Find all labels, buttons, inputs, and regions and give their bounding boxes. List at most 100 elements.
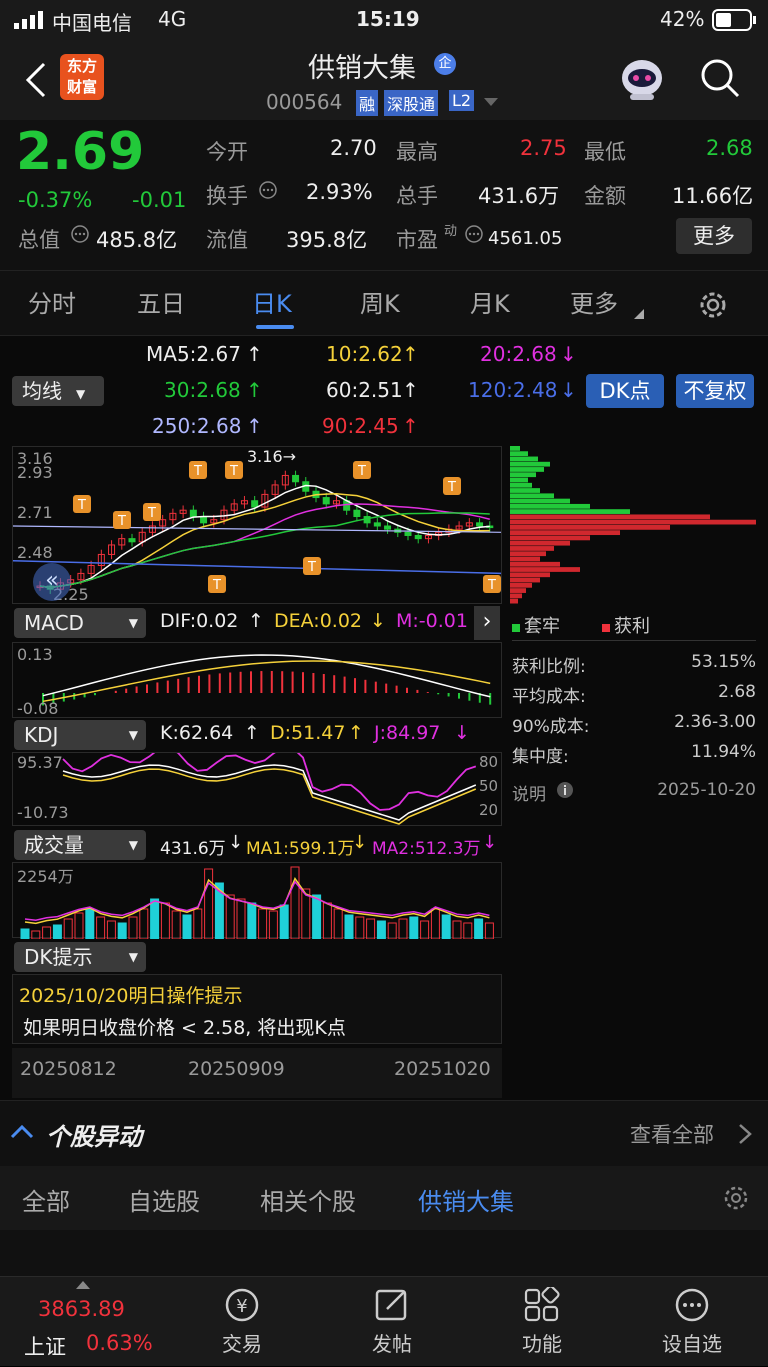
info-dots-icon[interactable] <box>258 180 278 200</box>
kdj-k: K:62.64 <box>160 722 234 744</box>
chip-bar <box>510 556 540 562</box>
stock-movers-section[interactable]: 个股异动 查看全部 <box>0 1100 768 1166</box>
chip-bar <box>510 519 756 525</box>
price-axis-label: 2.71 <box>17 503 53 522</box>
chevron-right-icon[interactable]: › <box>474 606 500 640</box>
index-value[interactable]: 3863.89 <box>38 1297 125 1321</box>
volume-bar <box>258 908 268 940</box>
volume-value: 431.6万 <box>478 184 560 208</box>
volume-bar <box>441 914 451 940</box>
nav-trade[interactable]: ¥ 交易 <box>182 1277 302 1367</box>
l2-tag[interactable]: L2 <box>449 90 475 111</box>
volume-bar <box>452 920 462 940</box>
volume-bar <box>74 912 84 940</box>
search-icon[interactable] <box>700 58 740 98</box>
amount-value: 11.66亿 <box>672 184 754 208</box>
avg-cost-value: 2.68 <box>718 682 756 702</box>
tab-more[interactable]: 更多 <box>570 271 618 337</box>
tab-monthly-k[interactable]: 月K <box>470 271 510 337</box>
ma-selector[interactable]: 均线 ▼ <box>12 376 104 406</box>
sgt-tag[interactable]: 深股通 <box>384 90 439 116</box>
candle-body <box>404 531 412 536</box>
info-icon[interactable] <box>556 781 574 799</box>
dropdown-caret-icon: ▼ <box>128 838 138 852</box>
volume-bar <box>279 904 289 940</box>
index-pct[interactable]: 0.63% <box>86 1331 153 1355</box>
index-name[interactable]: 上证 <box>24 1331 66 1361</box>
stock-header: 东方 财富 供销大集 企 000564 融 深股通 L2 <box>0 40 768 120</box>
volume-bar <box>193 908 203 940</box>
volume-bar <box>96 916 106 940</box>
news-subtabs: 全部 自选股 相关个股 供销大集 <box>0 1166 768 1230</box>
view-all-link[interactable]: 查看全部 <box>630 1119 714 1149</box>
volume-label: 总手 <box>396 184 438 208</box>
bottom-nav: 3863.89 上证 0.63% ¥ 交易 发帖 功能 设自选 <box>0 1276 768 1366</box>
candlestick-chart[interactable]: TTTTTTTTTT 3.16 2.93 2.71 2.48 2.25 3.16… <box>12 446 502 604</box>
high-label: 最高 <box>396 140 438 164</box>
info-dots-icon[interactable] <box>464 224 484 244</box>
nav-functions[interactable]: 功能 <box>482 1277 602 1367</box>
chip-bar <box>510 446 520 451</box>
no-adjust-button[interactable]: 不复权 <box>676 374 754 408</box>
nav-add-watchlist[interactable]: 设自选 <box>632 1277 752 1367</box>
margin-tag[interactable]: 融 <box>356 90 379 116</box>
date-label: 20250909 <box>188 1058 285 1080</box>
volume-bar <box>52 924 62 940</box>
chip-bar <box>510 472 536 478</box>
kdj-selector[interactable]: KDJ ▼ <box>14 720 146 750</box>
logo-line2: 财富 <box>66 78 97 96</box>
volume-bar <box>376 920 386 940</box>
note-label[interactable]: 说明 <box>512 780 546 805</box>
gear-icon[interactable] <box>697 289 729 321</box>
more-circle-icon <box>675 1288 709 1322</box>
legend-swatch-green <box>512 624 520 632</box>
t-signal-label: T <box>487 578 496 593</box>
more-button[interactable]: 更多 <box>676 218 752 254</box>
svg-text:¥: ¥ <box>236 1296 247 1317</box>
macd-selector[interactable]: MACD ▼ <box>14 608 146 638</box>
arrow-down-icon: ↓ <box>352 832 368 853</box>
nav-post[interactable]: 发帖 <box>332 1277 452 1367</box>
tab-weekly-k[interactable]: 周K <box>360 271 400 337</box>
back-icon[interactable] <box>24 62 48 98</box>
arrow-down-icon: ↓ <box>228 832 244 853</box>
kdj-svg <box>62 745 477 825</box>
chip-bar <box>510 598 518 604</box>
dk-point-button[interactable]: DK点 <box>586 374 664 408</box>
app-logo[interactable]: 东方 财富 <box>60 54 104 100</box>
chevron-right-icon[interactable] <box>738 1123 752 1145</box>
subtab-this-stock[interactable]: 供销大集 <box>418 1182 514 1217</box>
macd-chart[interactable]: 0.13 -0.08 <box>12 642 502 718</box>
chip-bar <box>510 467 544 472</box>
ma30-label: 30:2.68 <box>164 378 241 402</box>
turnover-value: 2.93% <box>306 180 373 204</box>
subtab-related[interactable]: 相关个股 <box>260 1182 356 1217</box>
info-dots-icon[interactable] <box>70 224 90 244</box>
period-tabs: 分时 五日 日K 周K 月K 更多 <box>0 270 768 336</box>
chip-bar <box>510 503 590 509</box>
scroll-left-button[interactable]: « <box>33 563 71 601</box>
subtab-all[interactable]: 全部 <box>22 1182 70 1217</box>
chevron-down-icon[interactable] <box>484 98 498 108</box>
caret-up-icon[interactable] <box>76 1281 90 1289</box>
tab-intraday[interactable]: 分时 <box>28 271 76 337</box>
tab-five-day[interactable]: 五日 <box>137 271 185 337</box>
gear-icon[interactable] <box>722 1184 750 1212</box>
macd-dea: DEA:0.02 <box>274 610 363 632</box>
robot-assistant-icon[interactable] <box>618 56 666 102</box>
price-axis-label: 2.48 <box>17 543 53 562</box>
chip-bar <box>510 572 550 578</box>
volume-chart[interactable]: 2254万 <box>12 862 502 940</box>
chip-legend-profit: 获利 <box>602 612 650 638</box>
legend-trap-text: 套牢 <box>524 616 560 637</box>
volume-bar <box>420 920 430 940</box>
chevron-up-icon[interactable] <box>10 1123 34 1139</box>
t-signal-label: T <box>447 480 456 495</box>
subtab-watchlist[interactable]: 自选股 <box>128 1182 200 1217</box>
movers-title: 个股异动 <box>46 1123 142 1151</box>
volume-bar <box>160 902 170 940</box>
arrow-up-icon: ↑ <box>248 610 264 632</box>
volume-selector[interactable]: 成交量 ▼ <box>14 830 146 860</box>
kdj-chart[interactable]: 95.37 -10.73 80 50 20 <box>12 745 502 826</box>
dk-tip-selector[interactable]: DK提示 ▼ <box>14 942 146 972</box>
